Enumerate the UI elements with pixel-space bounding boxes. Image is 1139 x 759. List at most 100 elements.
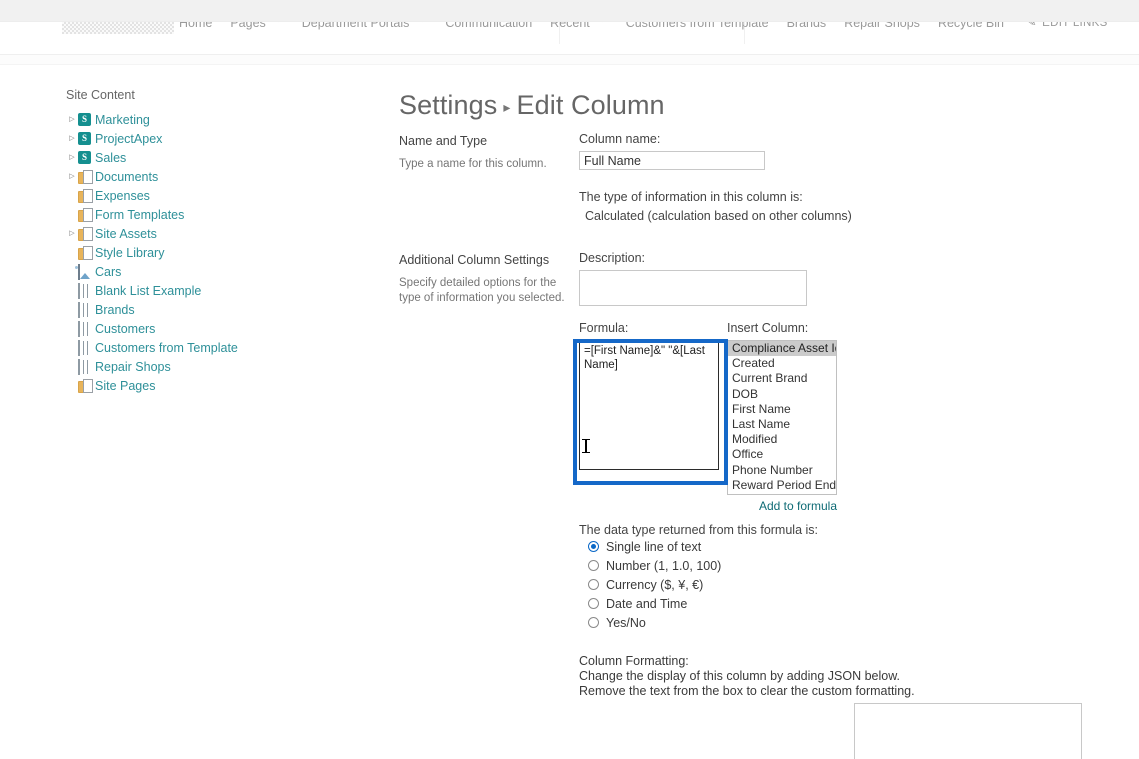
formula-label: Formula: <box>579 321 629 335</box>
tree-item-label: Blank List Example <box>95 283 202 298</box>
radio-button-icon[interactable] <box>588 617 599 628</box>
tree-item-label: Marketing <box>95 112 150 127</box>
nav-item-customers-from-template[interactable]: Customers from Template <box>617 22 778 30</box>
tree-item-label: Form Templates <box>95 207 185 222</box>
tree-item-label: Cars <box>95 264 122 279</box>
document-library-icon <box>78 189 93 203</box>
nav-item-recent[interactable]: Recent <box>541 22 599 30</box>
suite-bar <box>0 0 1139 22</box>
description-label: Description: <box>579 251 645 265</box>
document-library-icon <box>78 227 93 241</box>
radio-button-icon[interactable] <box>588 541 599 552</box>
tree-item-label: Documents <box>95 169 159 184</box>
insert-column-listbox[interactable]: Compliance Asset Id Created Current Brand D… <box>727 340 837 495</box>
tree-item-label: Style Library <box>95 245 165 260</box>
nav-item-brands[interactable]: Brands <box>778 22 836 30</box>
description-textarea[interactable] <box>579 270 807 306</box>
tree-item-label: Repair Shops <box>95 359 171 374</box>
tree-item[interactable]: ▷Form Templates <box>66 205 346 224</box>
data-type-radio-option[interactable]: Yes/No <box>588 613 1139 632</box>
data-type-radio-option[interactable]: Currency ($, ¥, €) <box>588 575 1139 594</box>
insert-column-option[interactable]: Created <box>728 356 836 371</box>
data-type-radio-option[interactable]: Single line of text <box>588 537 1139 556</box>
tree-item[interactable]: ▷Customers from Template <box>66 338 346 357</box>
name-and-type-section: Name and Type Type a name for this colum… <box>399 132 1139 223</box>
expand-arrow-icon[interactable]: ▷ <box>66 154 78 161</box>
data-type-radio-group: Single line of text Number (1, 1.0, 100) C… <box>579 537 1139 632</box>
nav-item-home[interactable]: Home <box>170 22 221 30</box>
radio-button-icon[interactable] <box>588 598 599 609</box>
insert-column-option[interactable]: First Name <box>728 402 836 417</box>
data-type-radio-option[interactable]: Date and Time <box>588 594 1139 613</box>
tree-item[interactable]: ▷Brands <box>66 300 346 319</box>
text-cursor-icon <box>582 439 590 453</box>
chevron-down-icon[interactable]: ▼ <box>599 22 617 24</box>
data-type-radio-label: Single line of text <box>606 539 702 554</box>
column-name-label: Column name: <box>579 132 661 146</box>
list-icon <box>78 339 93 356</box>
tree-item[interactable]: ▷ Documents <box>66 167 346 186</box>
list-icon <box>78 358 93 375</box>
data-type-radio-label: Yes/No <box>606 615 646 630</box>
formula-textarea[interactable] <box>579 340 719 470</box>
column-formatting-json-textarea[interactable] <box>853 703 1082 759</box>
expand-arrow-icon[interactable]: ▷ <box>66 135 78 142</box>
tree-item[interactable]: ▷Blank List Example <box>66 281 346 300</box>
insert-column-option[interactable]: Phone Number <box>728 463 836 478</box>
nav-item-pages[interactable]: Pages <box>221 22 274 30</box>
edit-links-button[interactable]: ✎ EDIT LINKS <box>1026 22 1108 30</box>
tree-item[interactable]: ▷Customers <box>66 319 346 338</box>
insert-column-option[interactable]: Compliance Asset Id <box>728 341 836 357</box>
column-name-input[interactable] <box>579 151 765 170</box>
data-type-label: The data type returned from this formula… <box>579 523 818 537</box>
document-library-icon <box>78 246 93 260</box>
breadcrumb-separator-icon: ▸ <box>503 99 511 115</box>
data-type-radio-label: Number (1, 1.0, 100) <box>606 558 722 573</box>
sharepoint-site-icon: S <box>78 150 93 165</box>
tree-item[interactable]: ▷ S Marketing <box>66 110 346 129</box>
expand-arrow-icon[interactable]: ▷ <box>66 173 78 180</box>
tree-item-label: Brands <box>95 302 135 317</box>
expand-arrow-icon[interactable]: ▷ <box>66 116 78 123</box>
tree-item[interactable]: ▷ S ProjectApex <box>66 129 346 148</box>
tree-item[interactable]: ▷Repair Shops <box>66 357 346 376</box>
add-to-formula-link[interactable]: Add to formula <box>579 499 837 513</box>
nav-item-repair-shops[interactable]: Repair Shops <box>835 22 929 30</box>
expand-arrow-icon[interactable]: ▷ <box>66 230 78 237</box>
column-formatting-section: Column Formatting: Change the display of… <box>579 654 1139 759</box>
tree-item[interactable]: ▷ S Sales <box>66 148 346 167</box>
list-icon <box>78 282 93 299</box>
sharepoint-site-icon: S <box>78 131 93 146</box>
name-and-type-heading: Name and Type <box>399 134 488 148</box>
additional-settings-description: Specify detailed options for the type of… <box>399 277 565 304</box>
top-nav-items: Home Pages ▼ Department Portals ▼ Commun… <box>170 22 1108 42</box>
radio-button-icon[interactable] <box>588 560 599 571</box>
page-title: Settings ▸ Edit Column <box>399 88 1139 124</box>
chevron-down-icon[interactable]: ▼ <box>275 22 293 24</box>
edit-column-page: Home Pages ▼ Department Portals ▼ Commun… <box>0 0 1139 759</box>
insert-column-option[interactable]: Reward Period End <box>728 478 836 493</box>
tree-item[interactable]: ▷Site Pages <box>66 376 346 395</box>
insert-column-option[interactable]: Office <box>728 447 836 462</box>
nav-item-recycle-bin[interactable]: Recycle Bin <box>929 22 1013 30</box>
list-icon <box>78 301 93 318</box>
nav-item-communication[interactable]: Communication <box>436 22 541 30</box>
tree-item[interactable]: ▷Style Library <box>66 243 346 262</box>
radio-button-icon[interactable] <box>588 579 599 590</box>
insert-column-option[interactable]: Last Name <box>728 417 836 432</box>
page-title-settings: Settings <box>399 90 498 120</box>
column-type-label: The type of information in this column i… <box>579 190 803 204</box>
tree-item[interactable]: ▷Cars <box>66 262 346 281</box>
insert-column-option[interactable]: Current Brand <box>728 371 836 386</box>
sidebar-title: Site Content <box>66 88 135 102</box>
nav-item-department-portals[interactable]: Department Portals <box>293 22 419 30</box>
insert-column-option[interactable]: Modified <box>728 432 836 447</box>
add-to-formula-label: Add to formula <box>758 499 837 513</box>
tree-item[interactable]: ▷ Site Assets <box>66 224 346 243</box>
tree-item[interactable]: ▷Expenses <box>66 186 346 205</box>
data-type-radio-option[interactable]: Number (1, 1.0, 100) <box>588 556 1139 575</box>
list-icon <box>78 320 93 337</box>
insert-column-label: Insert Column: <box>727 321 809 335</box>
chevron-down-icon[interactable]: ▼ <box>418 22 436 24</box>
insert-column-option[interactable]: DOB <box>728 387 836 402</box>
